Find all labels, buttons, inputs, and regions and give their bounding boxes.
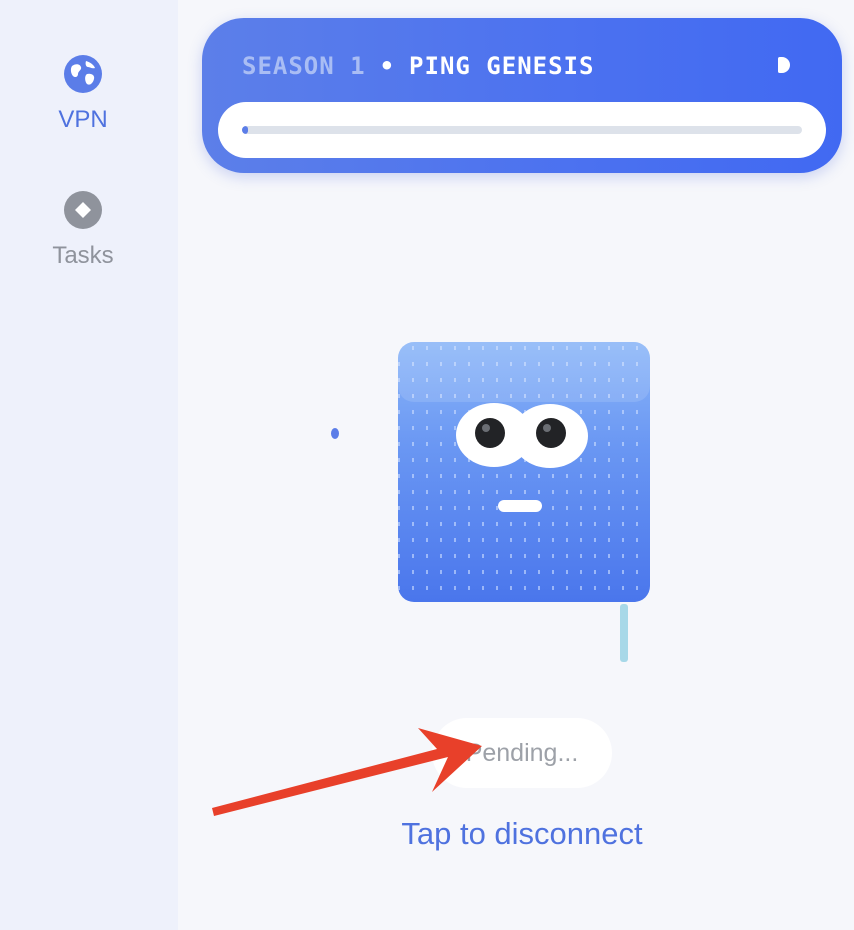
title-separator: • bbox=[379, 52, 396, 80]
sidebar-item-vpn[interactable]: VPN bbox=[0, 54, 166, 134]
season-label: SEASON 1 bbox=[242, 52, 366, 80]
sidebar: VPN Tasks bbox=[0, 0, 178, 930]
progress-fill bbox=[242, 126, 248, 134]
mascot-tail bbox=[620, 604, 628, 662]
sidebar-item-label: VPN bbox=[58, 106, 108, 133]
sidebar-item-label: Tasks bbox=[52, 242, 114, 269]
campaign-name: PING GENESIS bbox=[409, 52, 595, 80]
season-progress bbox=[218, 102, 826, 158]
progress-track bbox=[242, 126, 802, 134]
globe-icon bbox=[64, 55, 102, 93]
cube-mascot-icon[interactable] bbox=[392, 340, 654, 606]
diamond-icon bbox=[64, 191, 102, 229]
particle-dot bbox=[331, 428, 339, 439]
status-pill: Pending... bbox=[432, 718, 612, 788]
status-text: Pending... bbox=[465, 738, 579, 767]
banner-title: SEASON 1 • PING GENESIS bbox=[242, 52, 594, 80]
sidebar-item-tasks[interactable]: Tasks bbox=[0, 190, 166, 270]
disconnect-button[interactable]: Tap to disconnect bbox=[0, 816, 854, 852]
badge-icon bbox=[778, 57, 790, 73]
season-banner[interactable]: SEASON 1 • PING GENESIS bbox=[202, 18, 842, 173]
